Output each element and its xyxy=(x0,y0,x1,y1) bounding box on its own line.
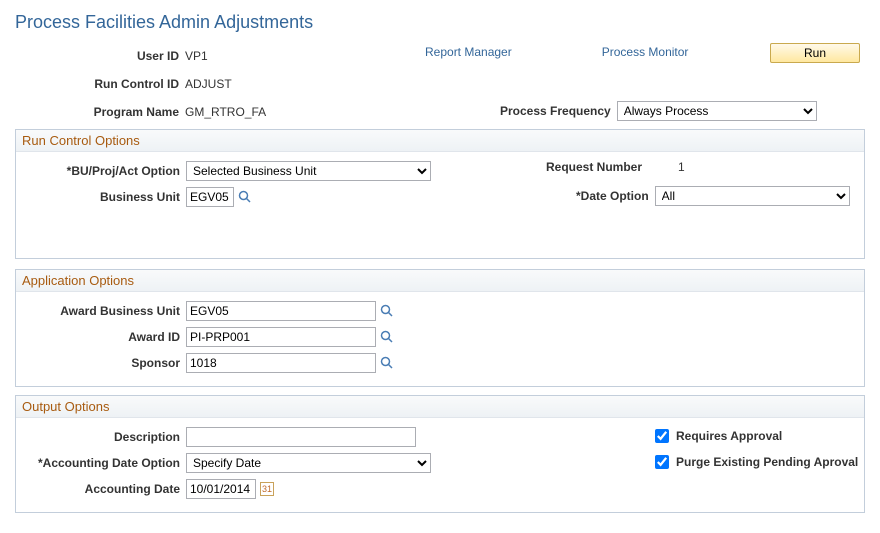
header-row-user: User ID VP1 Report Manager Process Monit… xyxy=(15,45,865,67)
program-name-value: GM_RTRO_FA xyxy=(185,105,266,119)
lookup-icon[interactable] xyxy=(238,190,252,204)
user-id-label: User ID xyxy=(15,49,185,63)
lookup-icon[interactable] xyxy=(380,356,394,370)
request-number-group: Request Number 1 xyxy=(546,160,685,174)
calendar-icon[interactable]: 31 xyxy=(260,482,274,496)
award-bu-row: Award Business Unit xyxy=(16,300,864,322)
acct-date-option-label: *Accounting Date Option xyxy=(16,456,186,470)
award-id-row: Award ID xyxy=(16,326,864,348)
bu-proj-act-select[interactable]: Selected Business Unit xyxy=(186,161,431,181)
award-id-input[interactable] xyxy=(186,327,376,347)
purge-label: Purge Existing Pending Aproval xyxy=(676,455,858,469)
process-frequency-label: Process Frequency xyxy=(500,104,617,118)
application-options-box: Application Options Award Business Unit … xyxy=(15,269,865,387)
date-option-label: *Date Option xyxy=(576,189,655,203)
request-number-label: Request Number xyxy=(546,160,648,174)
run-control-options-box: Run Control Options *BU/Proj/Act Option … xyxy=(15,129,865,259)
request-number-value: 1 xyxy=(678,160,685,174)
report-manager-link[interactable]: Report Manager xyxy=(425,45,512,59)
bu-proj-act-row: *BU/Proj/Act Option Selected Business Un… xyxy=(16,160,864,182)
date-option-group: *Date Option All xyxy=(576,186,850,206)
business-unit-row: Business Unit *Date Option All xyxy=(16,186,864,208)
process-monitor-link[interactable]: Process Monitor xyxy=(602,45,689,59)
application-options-header: Application Options xyxy=(16,270,864,292)
sponsor-row: Sponsor xyxy=(16,352,864,374)
requires-approval-checkbox[interactable] xyxy=(655,429,669,443)
award-id-label: Award ID xyxy=(16,330,186,344)
sponsor-label: Sponsor xyxy=(16,356,186,370)
run-control-options-header: Run Control Options xyxy=(16,130,864,152)
header-row-program: Program Name GM_RTRO_FA Process Frequenc… xyxy=(15,101,865,123)
lookup-icon[interactable] xyxy=(380,304,394,318)
run-button[interactable]: Run xyxy=(770,43,860,63)
requires-approval-row: Requires Approval xyxy=(651,426,858,446)
output-options-box: Output Options Description *Accounting D… xyxy=(15,395,865,513)
header-row-runcontrol: Run Control ID ADJUST xyxy=(15,73,865,95)
purge-checkbox[interactable] xyxy=(655,455,669,469)
acct-date-input[interactable] xyxy=(186,479,256,499)
description-label: Description xyxy=(16,430,186,444)
business-unit-label: Business Unit xyxy=(16,190,186,204)
program-name-label: Program Name xyxy=(15,105,185,119)
acct-date-option-select[interactable]: Specify Date xyxy=(186,453,431,473)
process-frequency-select[interactable]: Always Process xyxy=(617,101,817,121)
award-bu-label: Award Business Unit xyxy=(16,304,186,318)
output-options-header: Output Options xyxy=(16,396,864,418)
user-id-value: VP1 xyxy=(185,49,208,63)
award-bu-input[interactable] xyxy=(186,301,376,321)
requires-approval-label: Requires Approval xyxy=(676,429,782,443)
bu-proj-act-label: *BU/Proj/Act Option xyxy=(16,164,186,178)
description-input[interactable] xyxy=(186,427,416,447)
run-control-id-label: Run Control ID xyxy=(15,77,185,91)
header-links: Report Manager Process Monitor xyxy=(425,45,688,59)
page-title: Process Facilities Admin Adjustments xyxy=(15,12,865,33)
purge-row: Purge Existing Pending Aproval xyxy=(651,452,858,472)
checkbox-column: Requires Approval Purge Existing Pending… xyxy=(651,426,858,478)
run-control-id-value: ADJUST xyxy=(185,77,232,91)
business-unit-input[interactable] xyxy=(186,187,234,207)
acct-date-label: Accounting Date xyxy=(16,482,186,496)
process-frequency-row: Process Frequency Always Process xyxy=(500,101,817,121)
sponsor-input[interactable] xyxy=(186,353,376,373)
acct-date-row: Accounting Date 31 xyxy=(16,478,864,500)
lookup-icon[interactable] xyxy=(380,330,394,344)
date-option-select[interactable]: All xyxy=(655,186,850,206)
